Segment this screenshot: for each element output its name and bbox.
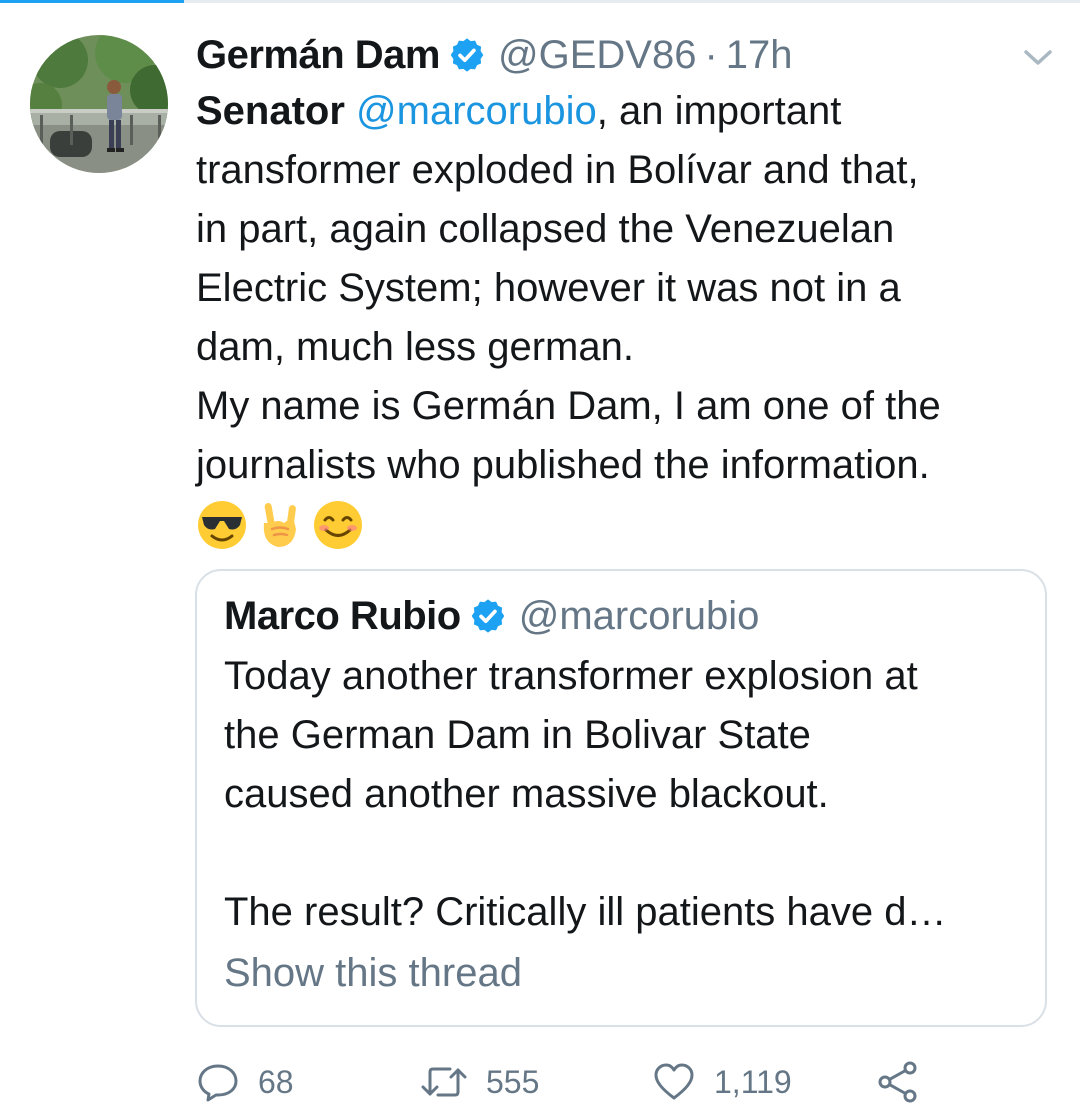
quoted-author-name: Marco Rubio: [224, 593, 461, 638]
verified-badge-icon: [450, 38, 484, 72]
tweet-text-prefix: Senator: [196, 89, 357, 133]
heart-icon: [654, 1063, 694, 1100]
tweet-text-line: transformer exploded in Bolívar and that…: [196, 148, 919, 192]
quoted-text-line: The result? Critically ill patients have…: [224, 890, 947, 934]
quoted-tweet-header: Marco Rubio @marcorubio: [224, 591, 759, 641]
share-icon: [878, 1061, 917, 1103]
tweet-text-line: in part, again collapsed the Venezuelan: [196, 207, 895, 251]
mention-link[interactable]: @marcorubio: [356, 89, 597, 133]
tweet-text: Senator @marcorubio, an important transf…: [196, 82, 1056, 555]
tweet-text-line: My name is Germán Dam, I am one of the: [196, 384, 941, 428]
retweet-count: 555: [486, 1063, 540, 1100]
quoted-text-line: the German Dam in Bolivar State: [224, 713, 811, 757]
verified-badge-icon: [471, 599, 505, 633]
retweet-icon: [421, 1067, 467, 1097]
sunglasses-emoji-icon: [198, 501, 246, 549]
share-button[interactable]: [876, 1060, 938, 1104]
author-name[interactable]: Germán Dam: [196, 33, 440, 78]
like-button[interactable]: 1,119: [652, 1060, 792, 1104]
retweet-button[interactable]: 555: [420, 1060, 539, 1104]
like-count: 1,119: [714, 1063, 792, 1100]
quoted-author-handle: @marcorubio: [518, 593, 760, 638]
tweet-text-line: journalists who published the informatio…: [196, 443, 930, 487]
reply-button[interactable]: 68: [196, 1060, 294, 1104]
quoted-text-line: Today another transformer explosion at: [224, 654, 918, 698]
author-avatar[interactable]: [30, 35, 168, 173]
show-thread-link[interactable]: Show this thread: [224, 951, 522, 996]
tweet-timestamp[interactable]: 17h: [726, 33, 793, 78]
tweet-header: Germán Dam @GEDV86 · 17h: [196, 30, 793, 80]
sign-of-the-horns-emoji-icon: [263, 503, 296, 547]
avatar-photo: [30, 35, 168, 173]
tweet-actions-bar: 68 555 1,119: [0, 1060, 1080, 1104]
quoted-tweet-text: Today another transformer explosion at t…: [224, 647, 1024, 942]
tweet-text-segment: , an important: [596, 89, 842, 133]
tweet-text-line: dam, much less german.: [196, 325, 634, 369]
reply-count: 68: [258, 1063, 294, 1100]
smiling-face-emoji-icon: [314, 501, 362, 549]
emoji-row: [196, 495, 1056, 555]
reply-icon: [198, 1064, 238, 1102]
quoted-tweet-card[interactable]: Marco Rubio @marcorubio Today another tr…: [195, 569, 1047, 1027]
header-separator: ·: [704, 32, 718, 77]
tweet-text-line: Senator @marcorubio, an important: [196, 82, 1056, 141]
quoted-text-line: caused another massive blackout.: [224, 772, 829, 816]
tweet-text-line: Electric System; however it was not in a: [196, 266, 901, 310]
author-handle[interactable]: @GEDV86: [498, 33, 696, 78]
chevron-down-icon[interactable]: [1018, 42, 1058, 72]
active-tab-indicator: [0, 0, 184, 3]
